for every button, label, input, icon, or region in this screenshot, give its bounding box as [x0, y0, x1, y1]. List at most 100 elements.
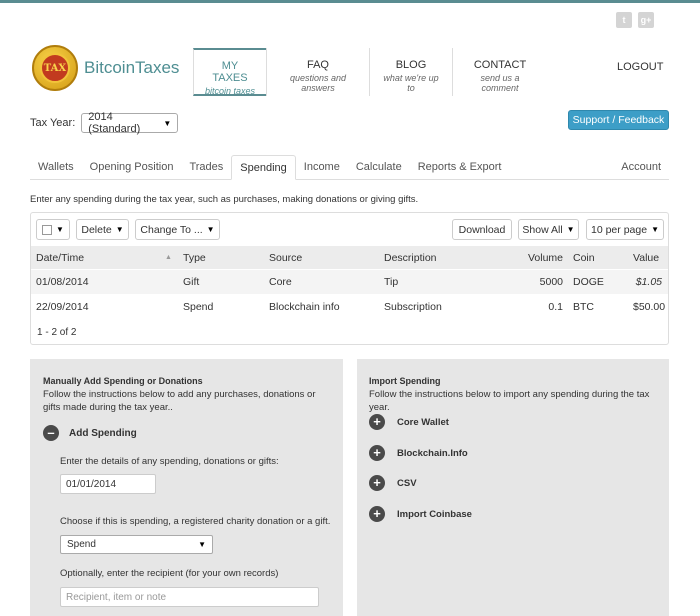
col-coin[interactable]: Coin: [568, 252, 628, 264]
chevron-down-icon: ▼: [651, 225, 659, 234]
select-all-dropdown[interactable]: ▼: [36, 219, 70, 240]
import-core-wallet[interactable]: + Core Wallet: [369, 414, 449, 430]
spending-table: Date/Time ▲ Type Source Description Volu…: [31, 246, 668, 319]
col-volume[interactable]: Volume: [469, 252, 568, 264]
top-accent-bar: [0, 0, 700, 3]
manual-add-desc: Follow the instructions below to add any…: [43, 389, 316, 413]
tab-calculate[interactable]: Calculate: [348, 155, 410, 180]
import-item-label: Core Wallet: [397, 416, 449, 428]
tax-year-value: 2014 (Standard): [88, 111, 141, 135]
cell-date: 01/08/2014: [36, 276, 89, 288]
minus-circle-icon: –: [43, 425, 59, 441]
nav-sublabel: what we're up to: [383, 73, 439, 93]
cell-description: Tip: [384, 276, 399, 288]
chevron-down-icon: ▼: [56, 225, 64, 234]
show-all-label: Show All: [522, 223, 563, 236]
nav-sublabel: send us a comment: [480, 73, 520, 93]
chevron-down-icon: ▼: [198, 540, 206, 549]
add-spending-label: Add Spending: [69, 427, 137, 439]
col-description[interactable]: Description: [379, 252, 469, 264]
chevron-down-icon: ▼: [566, 225, 575, 234]
import-coinbase[interactable]: + Import Coinbase: [369, 506, 472, 522]
nav-contact[interactable]: CONTACT send us a comment: [452, 48, 547, 96]
cell-type: Gift: [183, 276, 200, 288]
details-instructions: Enter the details of any spending, donat…: [60, 456, 279, 467]
tab-trades[interactable]: Trades: [181, 155, 231, 180]
import-blockchain-info[interactable]: + Blockchain.Info: [369, 445, 468, 461]
nav-faq[interactable]: FAQ questions and answers: [266, 48, 369, 96]
tab-account[interactable]: Account: [613, 155, 669, 180]
spending-type-select[interactable]: Spend ▼: [60, 535, 213, 554]
logout-link[interactable]: LOGOUT: [617, 61, 663, 73]
col-date[interactable]: Date/Time ▲: [31, 252, 178, 264]
spending-type-value: Spend: [67, 539, 96, 550]
per-page-label: 10 per page: [591, 223, 648, 236]
show-all-button[interactable]: Show All ▼: [518, 219, 579, 240]
chevron-down-icon: ▼: [163, 118, 172, 128]
nav-sublabel: bitcoin taxes: [204, 86, 256, 96]
cell-description: Subscription: [384, 301, 442, 313]
spending-intro: Enter any spending during the tax year, …: [30, 194, 419, 205]
nav-label: FAQ: [306, 59, 329, 71]
nav-blog[interactable]: BLOG what we're up to: [369, 48, 452, 96]
type-instructions: Choose if this is spending, a registered…: [60, 516, 331, 527]
table-row[interactable]: 01/08/2014 Gift Core Tip 5000 DOGE $1.05: [31, 269, 668, 294]
sort-up-icon: ▲: [164, 254, 172, 262]
nav-my-taxes[interactable]: MY TAXES bitcoin taxes: [193, 48, 266, 96]
import-desc: Follow the instructions below to import …: [369, 389, 650, 413]
plus-circle-icon: +: [369, 475, 385, 491]
bitcoin-coin-icon: TAX: [32, 45, 78, 91]
main-nav: MY TAXES bitcoin taxes FAQ questions and…: [193, 48, 547, 96]
table-header: Date/Time ▲ Type Source Description Volu…: [31, 246, 668, 269]
tab-opening-position[interactable]: Opening Position: [82, 155, 182, 180]
plus-circle-icon: +: [369, 506, 385, 522]
brand-name: BitcoinTaxes: [84, 58, 180, 77]
table-toolbar: ▼ Delete ▼ Change To ... ▼ Download Show…: [36, 219, 664, 241]
date-input[interactable]: 01/01/2014: [60, 474, 156, 494]
logo-text: TAX: [40, 53, 70, 83]
change-to-button[interactable]: Change To ... ▼: [135, 219, 220, 240]
support-feedback-button[interactable]: Support / Feedback: [568, 110, 669, 130]
tax-year-selector: Tax Year: 2014 (Standard) ▼: [30, 111, 179, 135]
tab-reports-export[interactable]: Reports & Export: [410, 155, 510, 180]
per-page-button[interactable]: 10 per page ▼: [586, 219, 664, 240]
nav-label: CONTACT: [473, 59, 527, 71]
recipient-input[interactable]: Recipient, item or note: [60, 587, 319, 607]
cell-source: Core: [269, 276, 292, 288]
cell-volume: 5000: [539, 276, 563, 288]
google-plus-icon[interactable]: g+: [638, 12, 654, 28]
nav-label: BLOG: [395, 59, 427, 71]
import-csv[interactable]: + CSV: [369, 475, 417, 491]
tab-wallets[interactable]: Wallets: [30, 155, 82, 180]
cell-coin: BTC: [573, 301, 594, 313]
twitter-icon[interactable]: t: [616, 12, 632, 28]
plus-circle-icon: +: [369, 445, 385, 461]
col-source[interactable]: Source: [264, 252, 379, 264]
import-panel: Import Spending Follow the instructions …: [357, 359, 669, 616]
manual-add-panel: Manually Add Spending or Donations Follo…: [30, 359, 343, 616]
cell-source: Blockchain info: [269, 301, 340, 313]
cell-value: $50.00: [633, 301, 666, 313]
cell-date: 22/09/2014: [36, 301, 89, 313]
download-button[interactable]: Download: [452, 219, 512, 240]
checkbox-icon: [42, 224, 53, 235]
tab-income[interactable]: Income: [296, 155, 348, 180]
delete-button[interactable]: Delete ▼: [76, 219, 129, 240]
tax-year-select[interactable]: 2014 (Standard) ▼: [81, 111, 179, 135]
import-item-label: Blockchain.Info: [397, 447, 468, 459]
recipient-instructions: Optionally, enter the recipient (for you…: [60, 568, 279, 579]
site-logo[interactable]: TAX BitcoinTaxes: [32, 45, 179, 91]
col-value[interactable]: Value: [628, 252, 668, 264]
social-links: t g+: [616, 12, 654, 28]
add-spending-toggle[interactable]: – Add Spending: [43, 425, 137, 441]
change-to-label: Change To ...: [140, 223, 203, 236]
col-type[interactable]: Type: [178, 252, 264, 264]
col-label: Date/Time: [36, 251, 85, 264]
chevron-down-icon: ▼: [206, 225, 215, 234]
import-item-label: Import Coinbase: [397, 508, 472, 520]
record-count: 1 - 2 of 2: [37, 327, 77, 338]
tab-spending[interactable]: Spending: [231, 155, 296, 180]
table-row[interactable]: 22/09/2014 Spend Blockchain info Subscri…: [31, 294, 668, 319]
delete-label: Delete: [81, 223, 112, 236]
tax-year-label: Tax Year:: [30, 117, 76, 129]
